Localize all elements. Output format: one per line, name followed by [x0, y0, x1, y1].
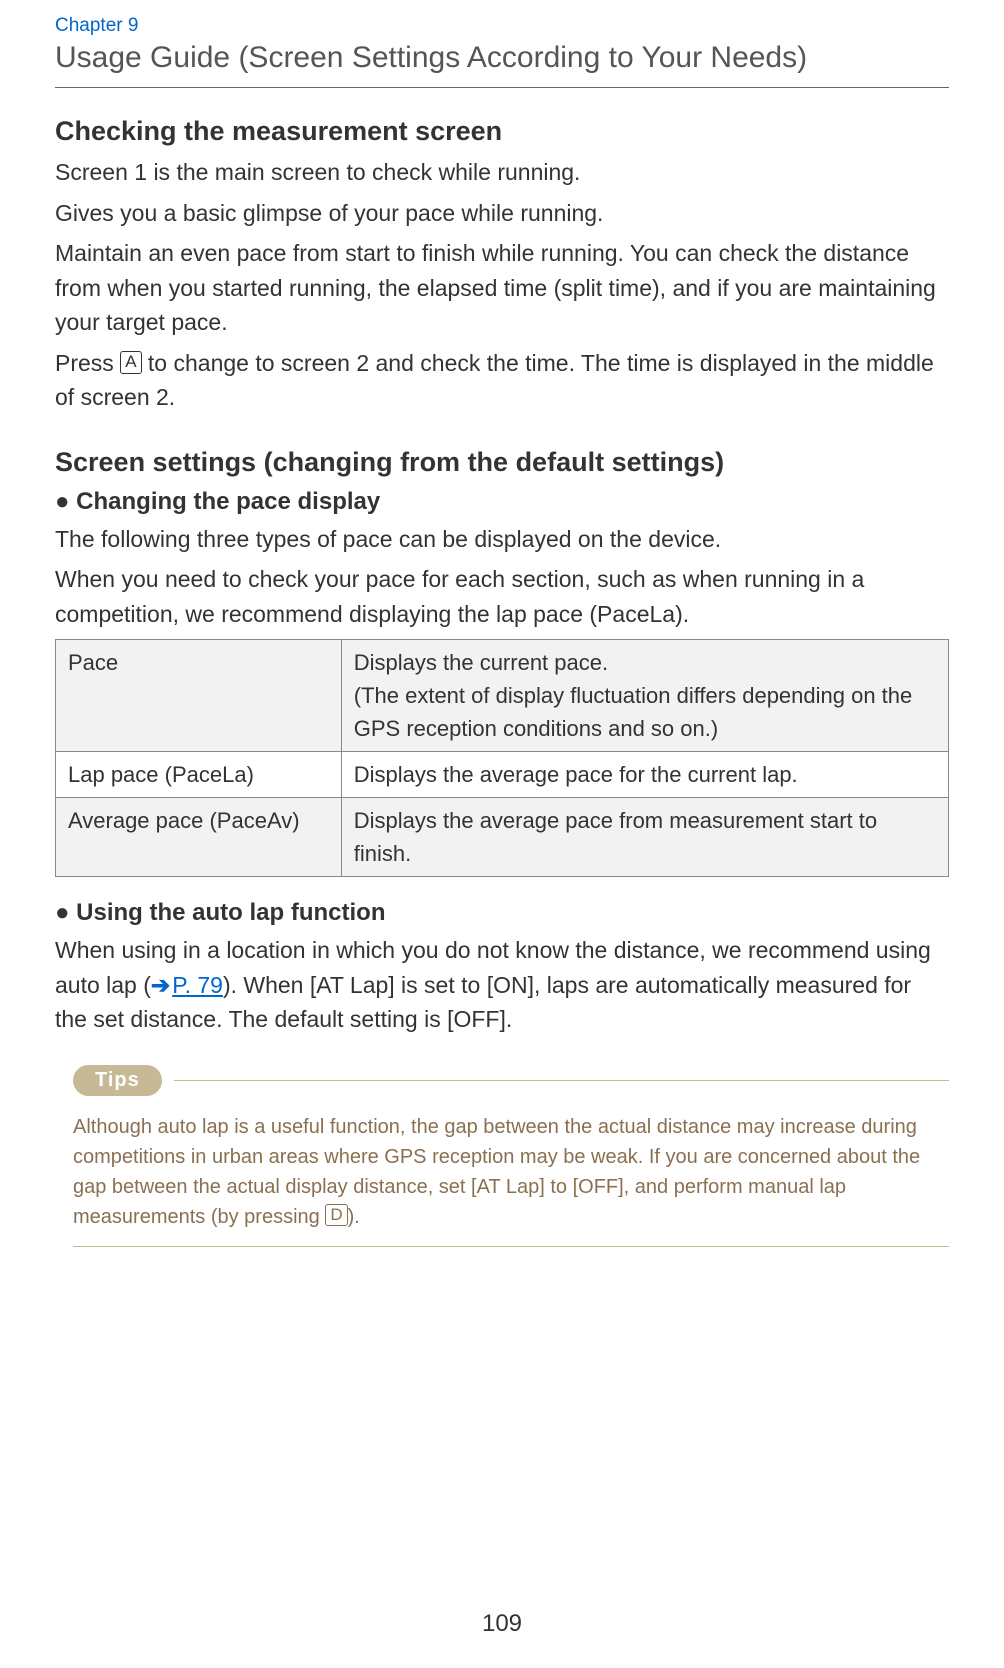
- text-line: (The extent of display fluctuation diffe…: [354, 679, 936, 745]
- section-heading-checking: Checking the measurement screen: [55, 116, 949, 147]
- pace-table: Pace Displays the current pace. (The ext…: [55, 639, 949, 877]
- body-text: The following three types of pace can be…: [55, 522, 949, 557]
- table-cell-desc: Displays the average pace from measureme…: [341, 798, 948, 877]
- table-row: Lap pace (PaceLa) Displays the average p…: [56, 752, 949, 798]
- page-number: 109: [0, 1610, 1004, 1638]
- body-text: Screen 1 is the main screen to check whi…: [55, 155, 949, 190]
- tips-header: Tips: [73, 1065, 949, 1096]
- tips-divider: [174, 1080, 949, 1081]
- text-fragment: to change to screen 2 and check the time…: [55, 350, 934, 411]
- section-heading-settings: Screen settings (changing from the defau…: [55, 447, 949, 478]
- table-row: Pace Displays the current pace. (The ext…: [56, 640, 949, 752]
- body-text: Press A to change to screen 2 and check …: [55, 346, 949, 415]
- table-cell-label: Average pace (PaceAv): [56, 798, 342, 877]
- table-cell-label: Lap pace (PaceLa): [56, 752, 342, 798]
- arrow-right-icon: ➔: [151, 968, 170, 1003]
- table-row: Average pace (PaceAv) Displays the avera…: [56, 798, 949, 877]
- body-text: When using in a location in which you do…: [55, 933, 949, 1037]
- tips-box: Tips Although auto lap is a useful funct…: [73, 1065, 949, 1247]
- key-a-icon: A: [120, 351, 141, 373]
- text-fragment: ).: [348, 1206, 360, 1228]
- text-line: Displays the current pace.: [354, 646, 936, 679]
- body-text: Maintain an even pace from start to fini…: [55, 236, 949, 340]
- text-fragment: Press: [55, 350, 120, 376]
- table-cell-desc: Displays the average pace for the curren…: [341, 752, 948, 798]
- table-cell-desc: Displays the current pace. (The extent o…: [341, 640, 948, 752]
- table-cell-label: Pace: [56, 640, 342, 752]
- tips-badge: Tips: [73, 1065, 162, 1096]
- tips-text: Although auto lap is a useful function, …: [73, 1112, 949, 1247]
- text-fragment: Although auto lap is a useful function, …: [73, 1116, 920, 1228]
- page-title: Usage Guide (Screen Settings According t…: [55, 41, 949, 88]
- body-text: When you need to check your pace for eac…: [55, 562, 949, 631]
- subheading-pace-display: ● Changing the pace display: [55, 488, 949, 516]
- chapter-label: Chapter 9: [55, 15, 949, 37]
- body-text: Gives you a basic glimpse of your pace w…: [55, 196, 949, 231]
- page-link[interactable]: P. 79: [172, 972, 223, 998]
- key-d-icon: D: [325, 1204, 347, 1226]
- subheading-auto-lap: ● Using the auto lap function: [55, 899, 949, 927]
